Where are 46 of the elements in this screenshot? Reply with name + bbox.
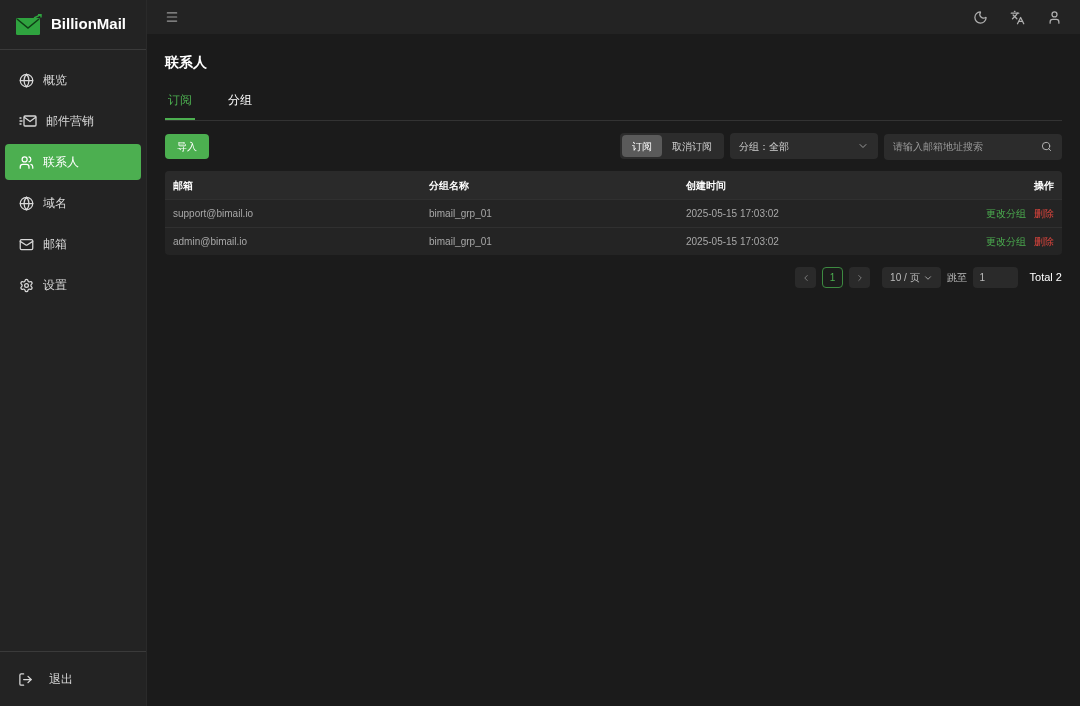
envelope-icon [19, 114, 37, 128]
table-cell-text: support@bimail.io [173, 207, 255, 221]
mail-icon [19, 236, 34, 252]
jump-label: 跳至 [946, 271, 967, 285]
user-icon[interactable] [1047, 9, 1062, 25]
action-link[interactable]: 删除 [1034, 206, 1054, 221]
users-icon [19, 154, 34, 170]
tab[interactable]: 分组 [225, 91, 255, 120]
jump-field[interactable]: 1 [972, 267, 1018, 288]
column-header: 分组名称 [429, 178, 470, 193]
column-header: 创建时间 [686, 178, 727, 193]
search-icon[interactable] [1041, 140, 1052, 152]
logout-item[interactable]: 退出 [18, 670, 73, 688]
column-header: 邮箱 [173, 178, 194, 193]
toggle-option[interactable]: 订阅 [622, 135, 662, 157]
sidebar-item[interactable]: 设置 [5, 267, 141, 303]
action-link[interactable]: 更改分组 [986, 234, 1026, 249]
page-button[interactable]: 1 [822, 267, 844, 288]
sidebar-item[interactable]: 邮箱 [5, 226, 141, 262]
table-cell-text: bimail_grp_01 [429, 207, 493, 221]
globe-icon [19, 195, 34, 211]
table-cell-text: admin@bimail.io [173, 235, 249, 249]
table-cell-text: 2025-05-15 17:03:02 [686, 207, 780, 221]
sidebar-item[interactable]: 邮件营销 [5, 103, 141, 139]
translate-icon[interactable] [1010, 9, 1025, 25]
group-select[interactable]: 分组：全部 [730, 133, 878, 159]
page-title: 联系人 [165, 53, 208, 72]
table-cell-text: 2025-05-15 17:03:02 [686, 235, 780, 249]
settings-icon [19, 277, 34, 293]
tab[interactable]: 订阅 [165, 91, 195, 120]
column-header: 操作 [1034, 178, 1054, 193]
action-link[interactable]: 删除 [1034, 234, 1054, 249]
sidebar-item[interactable]: 域名 [5, 185, 141, 221]
logo-icon [16, 14, 43, 35]
toggle-option[interactable]: 取消订阅 [662, 135, 722, 157]
menu-icon[interactable] [165, 10, 179, 24]
search-field[interactable]: 请输入邮箱地址搜索 [884, 133, 1062, 160]
moon-icon[interactable] [973, 9, 988, 25]
total-count: Total 2 [1029, 270, 1062, 286]
logout-icon [18, 671, 33, 687]
action-link[interactable]: 更改分组 [986, 206, 1026, 221]
globe-icon [19, 72, 34, 88]
page-size-select[interactable]: 10 / 页 [882, 267, 941, 288]
brand-name: BillionMail [51, 14, 126, 35]
table-cell-text: bimail_grp_01 [429, 235, 493, 249]
sidebar-item[interactable]: 概览 [5, 62, 141, 98]
